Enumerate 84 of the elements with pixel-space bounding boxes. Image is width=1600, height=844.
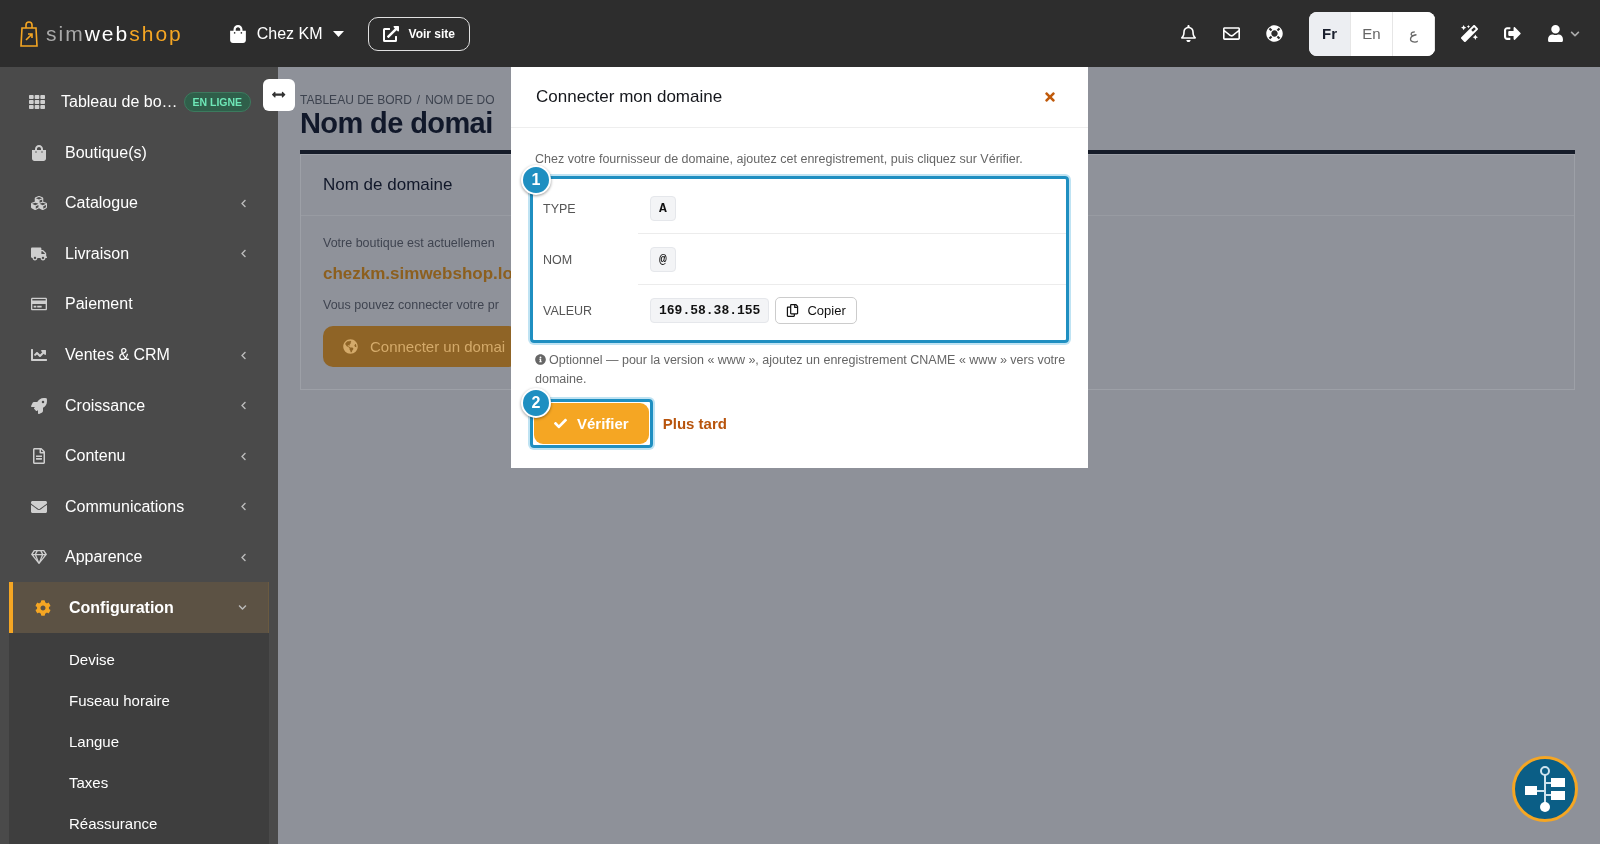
sidebar-item[interactable]: Catalogue: [9, 178, 269, 229]
domain-name: chezkm.simwebshop.lo: [323, 264, 513, 284]
submenu-item[interactable]: Devise: [9, 639, 269, 680]
menu-icon: [31, 245, 47, 262]
notifications-button[interactable]: [1180, 25, 1197, 42]
submenu-item[interactable]: Réassurance: [9, 803, 269, 844]
sidebar-item[interactable]: Configuration: [9, 582, 269, 633]
sidebar-label: Croissance: [65, 396, 146, 415]
bell-icon: [1180, 25, 1197, 42]
submenu-item[interactable]: Fuseau horaire: [9, 680, 269, 721]
logo[interactable]: simwebshop: [20, 19, 183, 48]
envelope-icon: [1223, 25, 1240, 42]
breadcrumb-separator: /: [416, 93, 421, 107]
sidebar-item[interactable]: Livraison: [9, 228, 269, 280]
optional-note: Optionnel — pour la version « www », ajoutez un enregistrement CNAME « www » vers votre domaine.: [535, 352, 1067, 388]
logout-button[interactable]: [1504, 25, 1521, 42]
sidebar-item[interactable]: Communications: [9, 481, 269, 532]
sidebar-item[interactable]: Croissance: [9, 380, 269, 431]
sidebar-item[interactable]: Ventes & CRM: [9, 329, 269, 381]
sidebar-label: Livraison: [65, 244, 130, 263]
view-site-button[interactable]: Voir site: [367, 16, 470, 51]
sidebar-item[interactable]: Boutique(s): [9, 127, 269, 179]
info-icon: [535, 354, 546, 365]
logout-icon: [1504, 25, 1521, 42]
instruction-text: Chez votre fournisseur de domaine, ajoutez cet enregistrement, puis cliquez sur Vérifier.: [535, 152, 1024, 166]
globe-icon: [343, 339, 358, 354]
menu-icon: [31, 347, 47, 363]
submenu-item[interactable]: Langue: [9, 721, 269, 762]
site-map-icon: [1523, 765, 1567, 813]
help-button[interactable]: [1266, 25, 1283, 42]
brand-name: simwebshop: [46, 21, 183, 46]
sidebar-label: Tableau de bo…: [61, 93, 178, 112]
sidebar-toggle-button[interactable]: [263, 79, 295, 111]
shopping-bag-icon: [228, 24, 247, 43]
chevron-down-icon: [1570, 28, 1580, 39]
sidebar-item[interactable]: Contenu: [9, 430, 269, 482]
sidebar-label: Catalogue: [65, 194, 138, 213]
submenu-item[interactable]: Taxes: [9, 762, 269, 803]
menu-icon: [35, 599, 51, 616]
external-link-icon: [382, 25, 399, 42]
language-button[interactable]: Fr: [1309, 11, 1351, 56]
sidebar-label: Configuration: [69, 598, 174, 617]
record-value: A: [650, 195, 676, 221]
sidebar-item[interactable]: Paiement: [9, 279, 269, 330]
menu-icon: [31, 498, 47, 515]
sidebar-label: Paiement: [65, 295, 133, 314]
copy-button[interactable]: Copier: [775, 297, 857, 324]
sidebar-label: Communications: [65, 497, 185, 516]
sidebar-label: Contenu: [65, 447, 126, 466]
menu-icon: [31, 549, 47, 566]
dialog-title: Connecter mon domaine: [536, 87, 723, 107]
menu-icon: [31, 397, 47, 414]
menu-icon: [31, 195, 47, 212]
user-menu-button[interactable]: [1547, 25, 1580, 42]
sidebar-item[interactable]: Apparence: [9, 531, 269, 583]
shopping-bag-logo-icon: [20, 19, 38, 48]
description-text: Votre boutique est actuellemen: [323, 236, 495, 250]
menu-icon: [29, 94, 45, 111]
step-marker: 2: [521, 387, 551, 418]
step-marker: 1: [521, 165, 551, 195]
copy-icon: [786, 304, 800, 317]
later-link[interactable]: Plus tard: [662, 414, 727, 432]
menu-icon: [31, 296, 47, 313]
record-label: NOM: [542, 252, 574, 267]
magic-wand-icon: [1461, 25, 1478, 42]
record-label: VALEUR: [542, 303, 594, 318]
close-icon: [1043, 90, 1057, 104]
description-text: Vous pouvez connecter votre pr: [323, 298, 499, 312]
record-value: 169.58.38.155: [650, 298, 770, 323]
magic-wand-button[interactable]: [1461, 25, 1478, 42]
caret-icon: [332, 30, 344, 37]
sidebar-label: Apparence: [65, 548, 143, 567]
record-value: @: [650, 246, 676, 272]
user-icon: [1547, 25, 1564, 42]
life-ring-icon: [1266, 25, 1283, 42]
check-icon: [554, 416, 567, 430]
messages-button[interactable]: [1223, 25, 1240, 42]
sidebar-label: Boutique(s): [65, 143, 147, 162]
menu-icon: [31, 144, 47, 161]
menu-icon: [31, 448, 47, 465]
status-badge: EN LIGNE: [183, 92, 252, 113]
sidebar-label: Ventes & CRM: [65, 346, 170, 364]
record-label: TYPE: [542, 201, 577, 216]
shop-selector[interactable]: Chez KM: [222, 23, 350, 44]
